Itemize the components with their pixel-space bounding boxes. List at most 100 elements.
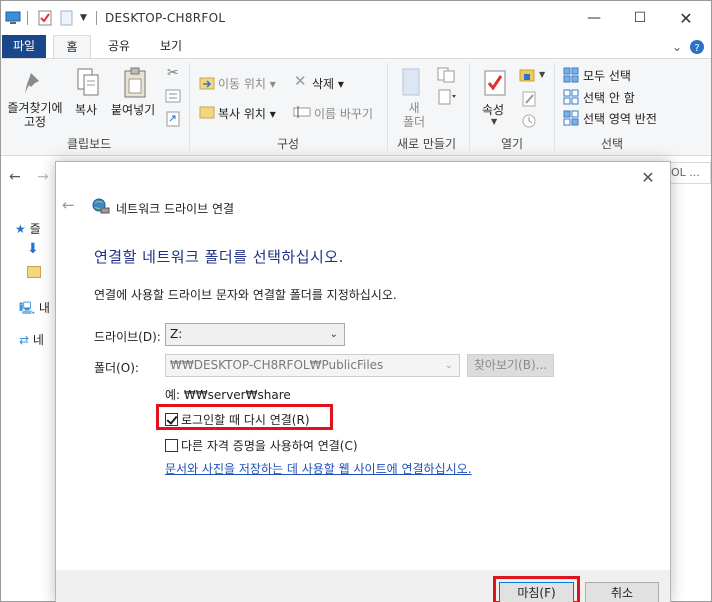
back-arrow-icon[interactable]: ← <box>62 196 75 214</box>
quick-access-dropdown-icon[interactable]: ▼ <box>80 10 96 26</box>
computer-icon: 🖳 <box>19 301 36 315</box>
network-icon: ⇄ <box>19 333 30 347</box>
help-icon[interactable]: ? <box>689 39 705 55</box>
tab-home[interactable]: 홈 <box>53 35 91 59</box>
tab-file[interactable]: 파일 <box>2 35 46 59</box>
download-arrow-icon[interactable]: ⬇ <box>27 241 39 257</box>
select-all-icon <box>563 67 579 83</box>
title-bar: ▼ DESKTOP-CH8RFOL — ☐ ✕ <box>1 1 711 35</box>
nav-item-this-pc-label: 내 <box>38 301 50 315</box>
dialog-description: 연결에 사용할 드라이브 문자와 연결할 폴더를 지정하십시오. <box>94 288 397 302</box>
copy-to-label: 복사 위치 <box>218 107 266 121</box>
star-icon: ★ <box>15 222 26 236</box>
drive-label: 드라이브(D): <box>94 330 161 344</box>
web-site-link[interactable]: 문서와 사진을 저장하는 데 사용할 웹 사이트에 연결하십시오. <box>165 460 472 477</box>
properties-button[interactable]: 속성 <box>482 101 504 118</box>
title-separator <box>96 11 97 25</box>
minimize-button[interactable]: — <box>571 1 617 35</box>
forward-arrow-icon[interactable]: → <box>37 169 49 185</box>
chevron-down-icon[interactable]: ▼ <box>539 70 545 79</box>
tab-view[interactable]: 보기 <box>151 35 191 59</box>
chevron-down-icon: ⌄ <box>329 329 338 340</box>
rename-button[interactable]: 이름 바꾸기 <box>314 105 373 122</box>
copy-to-button[interactable]: 복사 위치 ▾ <box>218 105 276 122</box>
nav-item-quick-access[interactable]: ★ 즐 <box>15 220 41 237</box>
group-label-clipboard: 클립보드 <box>67 137 112 151</box>
nav-item-network-label: 네 <box>32 333 44 347</box>
reconnect-label: 로그인할 때 다시 연결(R) <box>181 413 310 427</box>
folder-combobox[interactable]: ₩₩DESKTOP-CH8RFOL₩PublicFiles ⌄ <box>165 354 460 377</box>
window-title: DESKTOP-CH8RFOL <box>105 11 226 25</box>
computer-icon[interactable] <box>5 10 21 26</box>
group-separator <box>554 63 555 151</box>
select-none-icon <box>563 89 579 105</box>
nav-item-this-pc[interactable]: 🖳 내 <box>19 299 50 320</box>
reconnect-checkbox[interactable] <box>165 413 178 426</box>
chevron-down-icon[interactable]: ▼ <box>491 117 497 126</box>
svg-text:?: ? <box>694 43 699 54</box>
invert-selection-icon <box>563 110 579 126</box>
history-icon[interactable] <box>521 113 537 129</box>
folder-example: 예: ₩₩server₩share <box>165 388 291 402</box>
close-window-button[interactable]: ✕ <box>663 1 709 35</box>
paste-button[interactable]: 붙여넣기 <box>111 101 155 118</box>
map-network-drive-dialog: ✕ ← 네트워크 드라이브 연결 연결할 네트워크 폴더를 선택하십시오. 연결… <box>55 161 671 602</box>
chevron-down-icon: ⌄ <box>444 360 453 371</box>
nav-item-quick-access-label: 즐 <box>29 222 41 236</box>
folder-label: 폴더(O): <box>94 361 139 375</box>
select-all-button[interactable]: 모두 선택 <box>583 67 631 84</box>
tab-share[interactable]: 공유 <box>99 35 139 59</box>
pin-icon <box>25 73 39 93</box>
group-label-open: 열기 <box>501 137 524 151</box>
paste-shortcut-icon[interactable] <box>165 111 181 127</box>
delete-icon: ✕ <box>294 72 307 90</box>
paste-icon <box>124 67 146 98</box>
easy-access-icon[interactable] <box>437 89 457 105</box>
delete-button[interactable]: 삭제 ▾ <box>312 75 344 92</box>
new-folder-button[interactable]: 새 폴더 <box>403 101 425 129</box>
copy-to-icon <box>199 106 215 119</box>
move-to-button[interactable]: 이동 위치 ▾ <box>218 75 276 92</box>
credentials-option[interactable]: 다른 자격 증명을 사용하여 연결(C) <box>165 437 358 454</box>
drive-select[interactable]: Z: ⌄ <box>165 323 345 346</box>
folder-icon[interactable] <box>27 266 41 278</box>
credentials-checkbox[interactable] <box>165 439 178 452</box>
properties-quick-icon[interactable] <box>37 10 53 26</box>
dialog-title: 네트워크 드라이브 연결 <box>116 202 235 216</box>
new-folder-quick-icon[interactable] <box>59 10 75 26</box>
group-label-new: 새로 만들기 <box>397 137 457 151</box>
credentials-label: 다른 자격 증명을 사용하여 연결(C) <box>181 439 358 453</box>
reconnect-option[interactable]: 로그인할 때 다시 연결(R) <box>165 411 310 428</box>
group-separator <box>189 63 190 151</box>
dialog-footer: 마침(F) 취소 <box>56 570 670 602</box>
close-dialog-button[interactable]: ✕ <box>636 166 660 190</box>
copy-icon <box>77 68 99 96</box>
edit-icon[interactable] <box>521 91 537 107</box>
group-separator <box>387 63 388 151</box>
group-label-organize: 구성 <box>277 137 300 151</box>
open-folder-icon[interactable] <box>519 67 537 83</box>
cancel-button[interactable]: 취소 <box>585 582 659 602</box>
title-separator <box>27 11 28 25</box>
folder-value: ₩₩DESKTOP-CH8RFOL₩PublicFiles <box>170 358 384 372</box>
dialog-heading: 연결할 네트워크 폴더를 선택하십시오. <box>94 248 344 266</box>
maximize-button[interactable]: ☐ <box>617 1 663 35</box>
browse-button[interactable]: 찾아보기(B)... <box>467 354 554 377</box>
properties-icon <box>484 70 506 96</box>
ribbon-tabs: 파일 홈 공유 보기 ⌄ ? <box>1 35 711 59</box>
invert-selection-button[interactable]: 선택 영역 반전 <box>583 110 657 127</box>
finish-button[interactable]: 마침(F) <box>499 582 574 602</box>
cut-icon[interactable]: ✂ <box>167 65 179 81</box>
chevron-down-icon[interactable]: ⌄ <box>669 39 685 55</box>
copy-button[interactable]: 복사 <box>75 101 97 118</box>
new-item-icon[interactable] <box>437 67 457 83</box>
ribbon: 즐겨찾기에 고정 복사 붙여넣기 ✂ 클립보드 이동 위치 ▾ 복사 위치 ▾ … <box>1 58 711 156</box>
pin-to-quick-access-button[interactable]: 즐겨찾기에 고정 <box>4 101 66 129</box>
back-arrow-icon[interactable]: ← <box>9 169 21 185</box>
drive-value: Z: <box>170 327 183 341</box>
copy-path-icon[interactable] <box>165 89 181 103</box>
nav-item-network[interactable]: ⇄ 네 <box>19 331 44 348</box>
delete-label: 삭제 <box>312 77 335 91</box>
new-folder-icon <box>402 68 420 96</box>
select-none-button[interactable]: 선택 안 함 <box>583 89 635 106</box>
